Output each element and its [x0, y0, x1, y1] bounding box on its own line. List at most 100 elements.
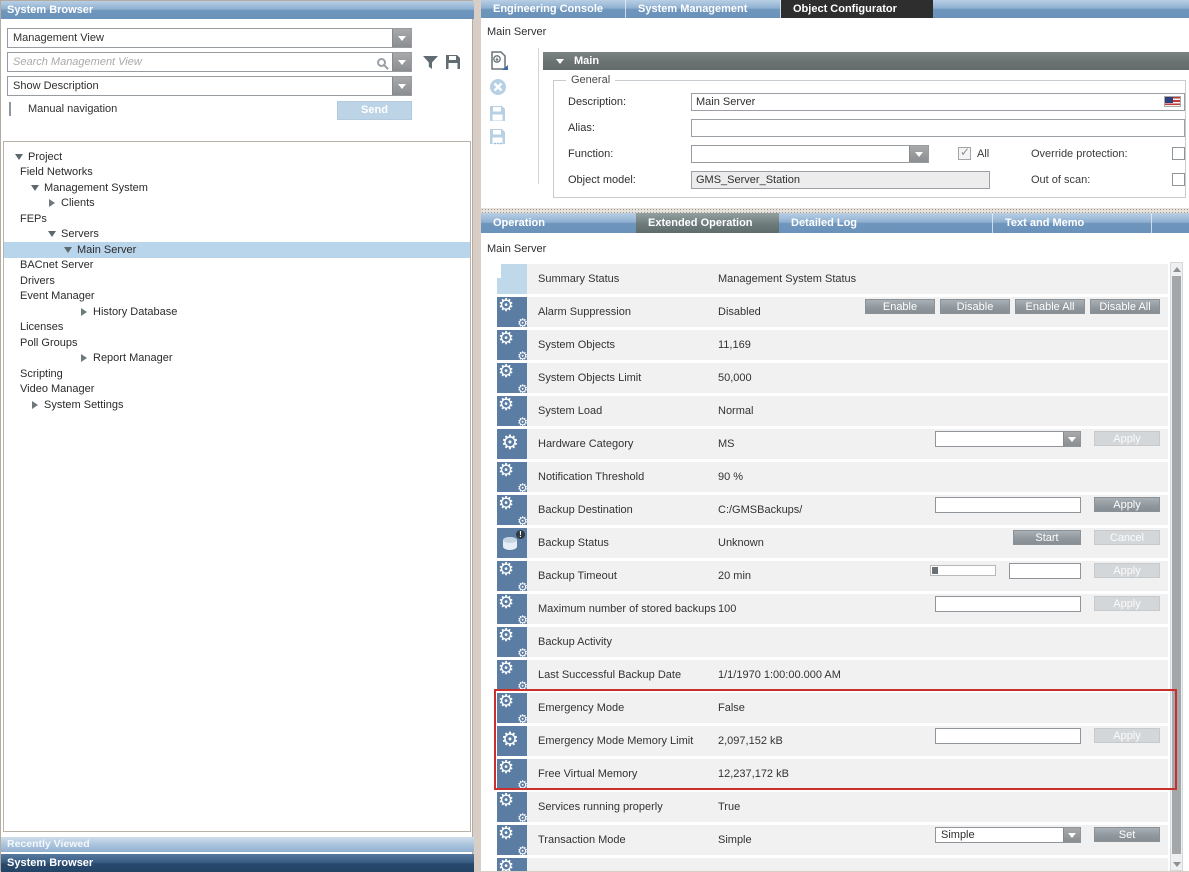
property-row-backup-activity[interactable]: ⚙⚙ Backup Activity [497, 627, 1168, 657]
scroll-down-button[interactable] [1171, 858, 1182, 870]
max-backups-input[interactable] [935, 596, 1081, 612]
tab-engineering-console[interactable]: Engineering Console [481, 0, 626, 18]
search-input[interactable] [8, 54, 377, 70]
dropdown-button[interactable] [1063, 432, 1080, 446]
property-row-system-objects-limit[interactable]: ⚙⚙ System Objects Limit 50,000 [497, 363, 1168, 393]
tree-item-bacnet-server[interactable]: BACnet Server [4, 258, 470, 274]
function-selector[interactable] [691, 145, 929, 163]
tree-item-clients[interactable]: Clients [4, 196, 470, 212]
property-row-alarm-suppression[interactable]: ⚙⚙ Alarm Suppression Disabled Enable Dis… [497, 297, 1168, 327]
tree-item-history-database[interactable]: History Database [4, 304, 470, 320]
disable-all-button[interactable]: Disable All [1090, 299, 1160, 314]
view-selector[interactable]: Management View [7, 28, 412, 48]
expander-open-icon[interactable] [12, 154, 26, 160]
tree-item-video-manager[interactable]: Video Manager [4, 382, 470, 398]
show-description-selector[interactable]: Show Description [7, 76, 412, 96]
property-row-backup-destination[interactable]: ⚙⚙ Backup Destination C:/GMSBackups/ App… [497, 495, 1168, 525]
expander-closed-icon[interactable] [28, 401, 42, 409]
property-row-hardware-category[interactable]: ⚙ Hardware Category MS Apply [497, 429, 1168, 459]
export-object-icon[interactable] [489, 51, 511, 71]
property-row-backup-timeout[interactable]: ⚙⚙ Backup Timeout 20 min Apply [497, 561, 1168, 591]
property-row-backup-status[interactable]: ! Backup Status Unknown Start Cancel [497, 528, 1168, 558]
vertical-scrollbar[interactable] [1170, 262, 1183, 871]
apply-button[interactable]: Apply [1094, 728, 1160, 743]
show-description-dropdown-button[interactable] [392, 77, 411, 95]
expander-closed-icon[interactable] [77, 354, 91, 362]
tree-item-scripting[interactable]: Scripting [4, 366, 470, 382]
function-dropdown-button[interactable] [909, 146, 928, 162]
tree-item-feps[interactable]: FEPs [4, 211, 470, 227]
expander-closed-icon[interactable] [45, 199, 59, 207]
main-section-header[interactable]: Main [543, 52, 1189, 70]
property-row-transaction-mode[interactable]: ⚙⚙ Transaction Mode Simple Simple Set [497, 825, 1168, 855]
view-selector-dropdown-button[interactable] [392, 29, 411, 47]
tree-item-system-settings[interactable]: System Settings [4, 397, 470, 413]
search-box[interactable] [7, 52, 412, 72]
property-row-services-running-properly[interactable]: ⚙⚙ Services running properly True [497, 792, 1168, 822]
system-browser-bar[interactable]: System Browser [1, 854, 474, 872]
description-input[interactable] [691, 93, 1185, 111]
property-row-notification-threshold[interactable]: ⚙⚙ Notification Threshold 90 % [497, 462, 1168, 492]
cancel-button[interactable]: Cancel [1094, 530, 1160, 545]
tree-item-event-manager[interactable]: Event Manager [4, 289, 470, 305]
backup-timeout-input[interactable] [1009, 563, 1081, 579]
backup-destination-input[interactable] [935, 497, 1081, 513]
property-row-system-load[interactable]: ⚙⚙ System Load Normal [497, 396, 1168, 426]
tree-item-licenses[interactable]: Licenses [4, 320, 470, 336]
send-button[interactable]: Send [337, 101, 412, 120]
tree-item-project[interactable]: Project [4, 149, 470, 165]
property-row-last-successful-backup[interactable]: ⚙⚙ Last Successful Backup Date 1/1/1970 … [497, 660, 1168, 690]
save-all-icon[interactable] [489, 128, 511, 148]
manual-navigation-checkbox[interactable] [9, 102, 11, 116]
tab-text-and-memo[interactable]: Text and Memo [993, 213, 1152, 233]
save-icon[interactable] [489, 105, 511, 125]
property-row-system-objects[interactable]: ⚙⚙ System Objects 11,169 [497, 330, 1168, 360]
filter-icon[interactable] [422, 54, 439, 71]
enable-button[interactable]: Enable [865, 299, 935, 314]
start-button[interactable]: Start [1013, 530, 1081, 545]
apply-button[interactable]: Apply [1094, 596, 1160, 611]
dropdown-button[interactable] [1063, 828, 1080, 842]
save-view-icon[interactable] [445, 54, 461, 70]
emergency-memory-limit-input[interactable] [935, 728, 1081, 744]
tab-operation[interactable]: Operation [481, 213, 636, 233]
tree-item-report-manager[interactable]: Report Manager [4, 351, 470, 367]
scroll-up-button[interactable] [1171, 263, 1182, 275]
backup-timeout-slider[interactable] [930, 565, 996, 576]
property-row-emergency-mode-memory-limit[interactable]: ⚙ Emergency Mode Memory Limit 2,097,152 … [497, 726, 1168, 756]
set-button[interactable]: Set [1094, 827, 1160, 842]
tree-item-poll-groups[interactable]: Poll Groups [4, 335, 470, 351]
property-row-summary-status[interactable]: Summary Status Management System Status [497, 264, 1168, 294]
search-dropdown-button[interactable] [392, 53, 411, 71]
disable-button[interactable]: Disable [940, 299, 1010, 314]
expander-closed-icon[interactable] [77, 308, 91, 316]
hardware-category-selector[interactable] [935, 431, 1081, 447]
tab-object-configurator[interactable]: Object Configurator [781, 0, 933, 18]
tab-extended-operation[interactable]: Extended Operation [636, 213, 779, 233]
apply-button[interactable]: Apply [1094, 563, 1160, 578]
tree-item-management-system[interactable]: Management System [4, 180, 470, 196]
property-row-emergency-mode[interactable]: ⚙⚙ Emergency Mode False [497, 693, 1168, 723]
collapse-icon[interactable] [556, 59, 564, 64]
apply-button[interactable]: Apply [1094, 497, 1160, 512]
search-icon[interactable] [377, 58, 386, 67]
tree-item-servers[interactable]: Servers [4, 227, 470, 243]
property-row-free-virtual-memory[interactable]: ⚙⚙ Free Virtual Memory 12,237,172 kB [497, 759, 1168, 789]
scrollbar-thumb[interactable] [1172, 276, 1181, 854]
tab-detailed-log[interactable]: Detailed Log [779, 213, 993, 233]
expander-open-icon[interactable] [28, 185, 42, 191]
expander-open-icon[interactable] [61, 247, 75, 253]
apply-button[interactable]: Apply [1094, 431, 1160, 446]
override-protection-checkbox[interactable] [1172, 147, 1185, 160]
all-checkbox[interactable]: ✓ [958, 147, 971, 160]
out-of-scan-checkbox[interactable] [1172, 173, 1185, 186]
expander-open-icon[interactable] [45, 231, 59, 237]
tab-system-management[interactable]: System Management [626, 0, 781, 18]
slider-thumb[interactable] [932, 567, 938, 574]
tree-item-field-networks[interactable]: Field Networks [4, 165, 470, 181]
property-row-partial[interactable]: ⚙⚙ [497, 858, 1168, 871]
cancel-edit-icon[interactable] [489, 78, 511, 98]
tree-item-drivers[interactable]: Drivers [4, 273, 470, 289]
property-row-max-stored-backups[interactable]: ⚙⚙ Maximum number of stored backups 100 … [497, 594, 1168, 624]
tree-item-main-server[interactable]: Main Server [4, 242, 470, 258]
